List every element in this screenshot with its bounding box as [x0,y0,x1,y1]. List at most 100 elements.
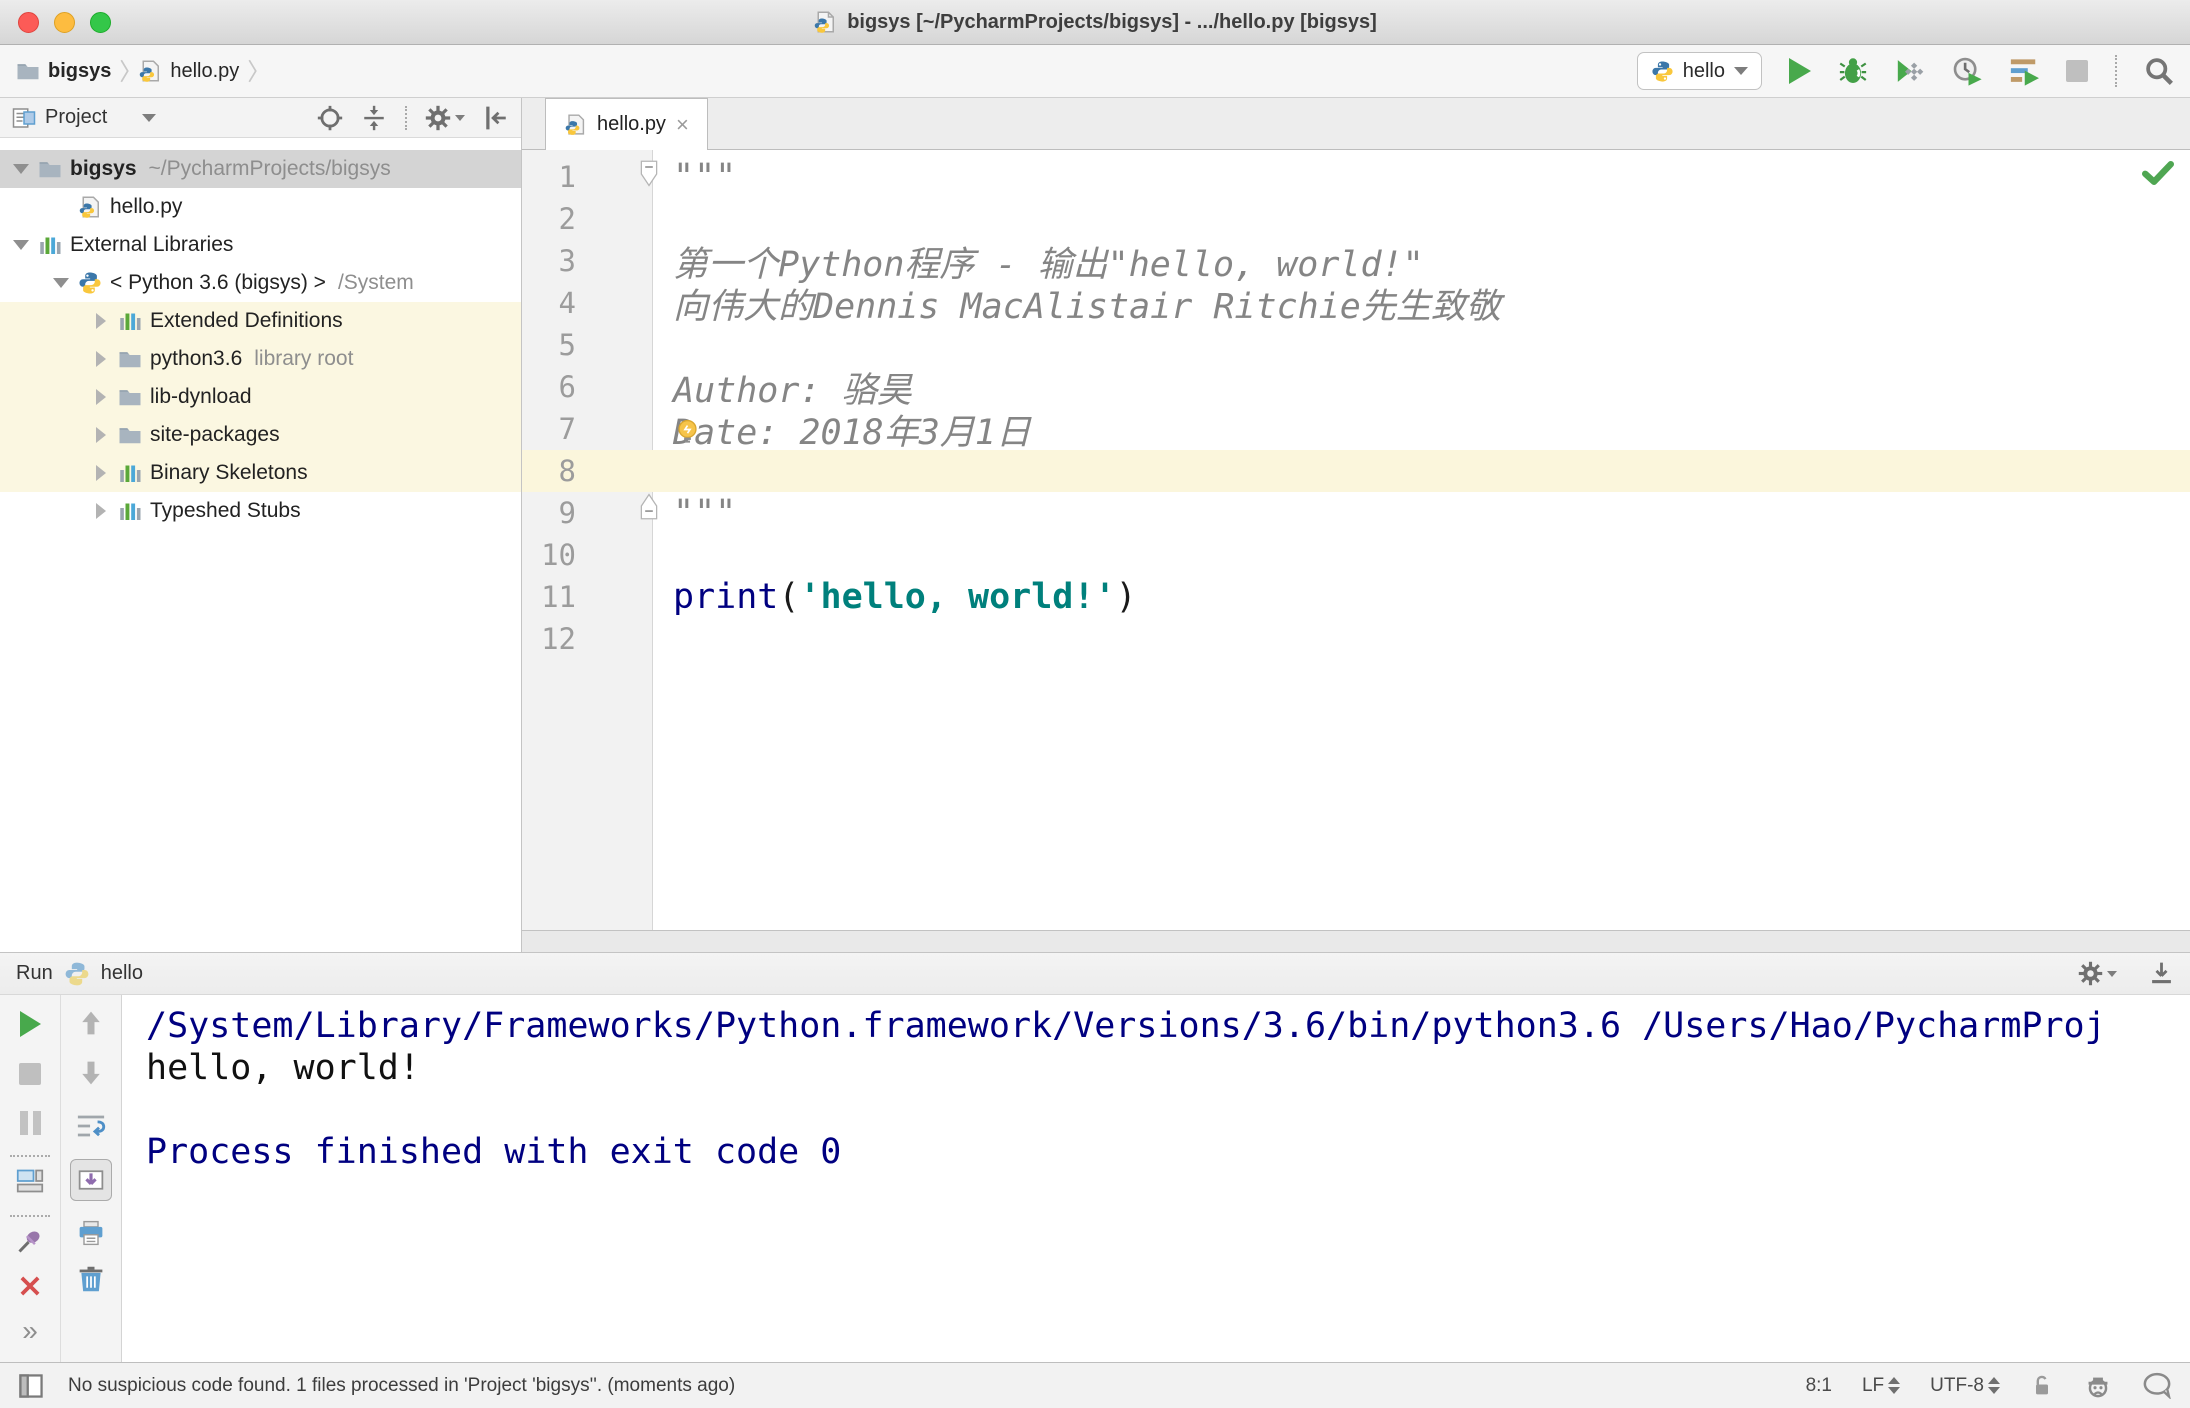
run-console-output[interactable]: /System/Library/Frameworks/Python.framew… [122,995,2190,1362]
run-panel-title: Run [16,962,53,984]
locate-file-button[interactable] [317,105,343,131]
library-icon [118,461,142,485]
code-line[interactable]: 6 Author: 骆昊 [522,366,2190,411]
close-tab-button[interactable] [17,1273,43,1299]
code-line[interactable]: 12 [522,618,2190,660]
run-panel-header[interactable]: Run hello [0,953,2190,995]
encoding-selector[interactable]: UTF-8 [1930,1375,2000,1397]
fold-region-end-icon[interactable] [638,492,660,520]
minimize-window-button[interactable] [54,12,75,33]
code-line[interactable]: 1 """ [522,156,2190,198]
search-everywhere-button[interactable] [2144,56,2174,86]
run-button[interactable] [1789,58,1811,84]
code-line[interactable]: 3 第一个Python程序 - 输出"hello, world!" [522,240,2190,285]
project-panel-title[interactable]: Project [45,106,107,129]
tree-item-python-sdk[interactable]: < Python 3.6 (bigsys) > /System [0,264,521,302]
status-message[interactable]: No suspicious code found. 1 files proces… [68,1375,735,1397]
code-line-current[interactable]: 8 [522,450,2190,492]
chevron-right-icon[interactable] [96,465,106,481]
chevron-down-icon [455,114,465,121]
more-actions-button[interactable] [22,1315,38,1347]
breadcrumb: bigsys hello.py [16,58,258,84]
breadcrumb-project[interactable]: bigsys [48,60,111,83]
hide-tool-window-button[interactable] [2149,961,2174,986]
rerun-button[interactable] [19,1011,41,1037]
python-logo-icon [78,271,102,295]
restore-layout-button[interactable] [16,1167,44,1195]
inspections-ok-icon[interactable] [2142,160,2174,186]
run-config-name: hello [1682,59,1725,82]
breadcrumb-file[interactable]: hello.py [170,60,239,83]
print-button[interactable] [77,1219,105,1247]
folder-icon [16,59,40,83]
hide-panel-button[interactable] [483,105,509,131]
scroll-to-end-button-selected[interactable] [70,1159,112,1201]
code-line[interactable]: 2 [522,198,2190,240]
editor-area: hello.py × 1 """ 2 3 第一个Python程序 - 输出"hell… [522,98,2190,952]
code-line[interactable]: 7 Date: 2018年3月1日 [522,408,2190,453]
library-icon [118,499,142,523]
chevron-right-icon[interactable] [96,351,106,367]
debug-button[interactable] [1838,56,1868,86]
python-file-icon [78,195,102,219]
tree-item-binary-skeletons[interactable]: Binary Skeletons [0,454,521,492]
stop-button[interactable] [19,1063,41,1085]
chevron-right-icon[interactable] [96,503,106,519]
stop-button[interactable] [2066,60,2088,82]
inspection-profile-icon[interactable] [2084,1372,2112,1400]
code-line[interactable]: 9 """ [522,492,2190,534]
run-tool-window: Run hello » /System/Library/Frameworks/P… [0,952,2190,1362]
tree-item-typeshed-stubs[interactable]: Typeshed Stubs [0,492,521,530]
folder-icon [118,423,142,447]
lock-icon[interactable] [2030,1374,2054,1398]
chevron-down-icon[interactable] [142,113,157,122]
tree-item-site-packages[interactable]: site-packages [0,416,521,454]
chevron-right-icon[interactable] [96,313,106,329]
chevron-down-icon[interactable] [13,164,29,174]
clear-all-button[interactable] [77,1265,105,1293]
code-editor[interactable]: 1 """ 2 3 第一个Python程序 - 输出"hello, world!" … [522,150,2190,930]
tab-label: hello.py [597,113,666,135]
chevron-right-icon[interactable] [96,427,106,443]
run-with-coverage-button[interactable] [1895,56,1925,86]
concurrency-diagram-button[interactable] [2009,56,2039,86]
pin-tab-button[interactable] [16,1227,44,1255]
code-line[interactable]: 5 [522,324,2190,366]
code-line[interactable]: 4 向伟大的Dennis MacAlistair Ritchie先生致敬 [522,282,2190,327]
chevron-down-icon[interactable] [53,278,69,288]
line-separator-selector[interactable]: LF [1862,1375,1901,1397]
project-panel-header: Project [0,98,521,138]
settings-gear-button[interactable] [2078,961,2117,986]
soft-wrap-button[interactable] [76,1111,106,1141]
tree-item-python36[interactable]: python3.6 library root [0,340,521,378]
intention-bulb-icon[interactable] [674,418,701,445]
settings-gear-button[interactable] [425,105,465,131]
caret-position[interactable]: 8:1 [1806,1375,1832,1397]
code-line[interactable]: 10 [522,534,2190,576]
close-tab-icon[interactable]: × [676,113,689,136]
chevron-right-icon[interactable] [96,389,106,405]
down-stack-trace-button[interactable] [77,1059,105,1087]
run-config-selector[interactable]: hello [1636,52,1762,90]
python-logo-icon [64,961,90,987]
collapse-all-button[interactable] [361,105,387,131]
tab-hello-py[interactable]: hello.py × [545,98,708,150]
tree-item-lib-dynload[interactable]: lib-dynload [0,378,521,416]
toggle-toolwindows-icon[interactable] [18,1373,44,1399]
tree-item-extended-definitions[interactable]: Extended Definitions [0,302,521,340]
tree-item-bigsys[interactable]: bigsys ~/PycharmProjects/bigsys [0,150,521,188]
tree-item-hello-py[interactable]: hello.py [0,188,521,226]
editor-bottom-strip [522,930,2190,952]
console-line: hello, world! [146,1048,420,1088]
python-file-icon [138,59,162,83]
chevron-down-icon[interactable] [13,240,29,250]
fold-region-start-icon[interactable] [638,160,660,188]
pause-output-button[interactable] [19,1111,41,1135]
tree-item-external-libraries[interactable]: External Libraries [0,226,521,264]
event-log-icon[interactable] [2142,1372,2172,1399]
close-window-button[interactable] [18,12,39,33]
zoom-window-button[interactable] [90,12,111,33]
profiler-button[interactable] [1952,56,1982,86]
up-stack-trace-button[interactable] [77,1009,105,1037]
code-line[interactable]: 11 print('hello, world!') [522,576,2190,618]
